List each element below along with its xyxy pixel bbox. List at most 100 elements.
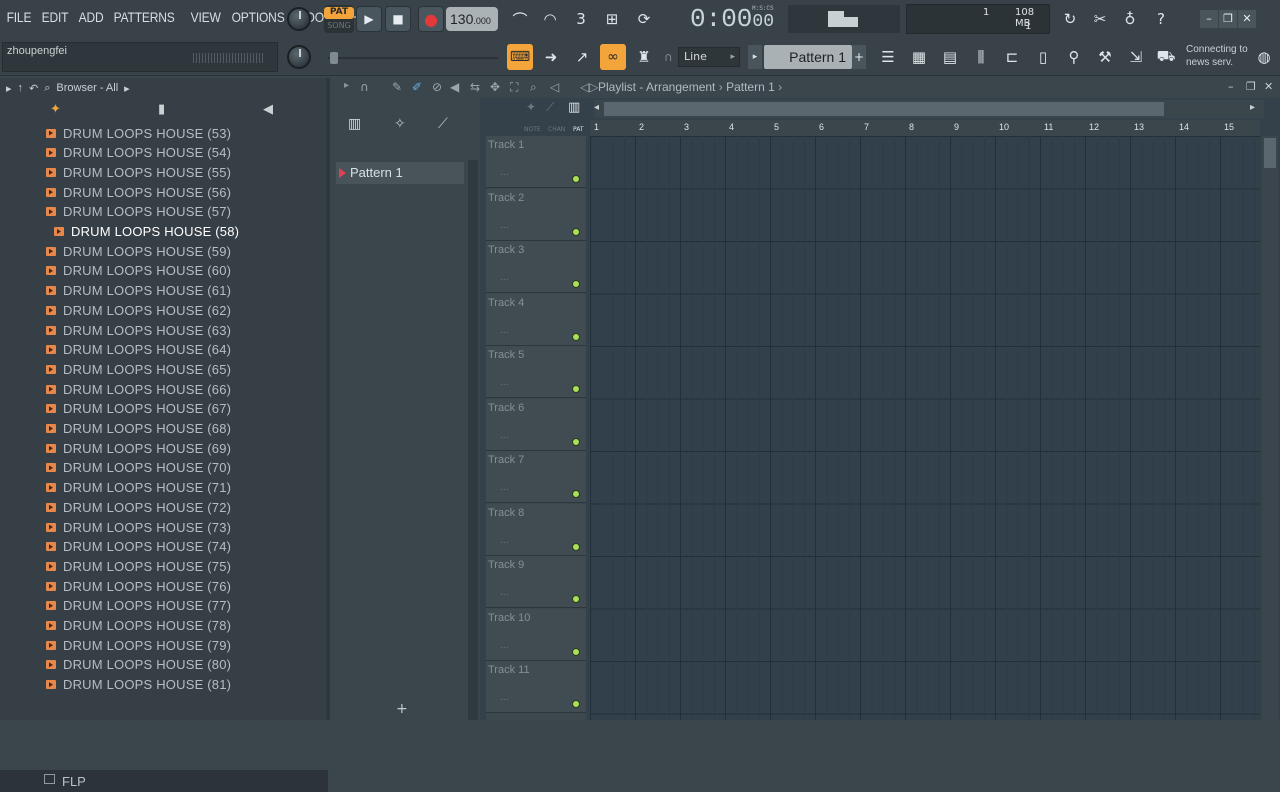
main-pitch-slider[interactable]: [328, 57, 498, 59]
scroll-thumb[interactable]: [604, 102, 1164, 116]
track-mute-led[interactable]: [572, 437, 580, 446]
browser-item[interactable]: DRUM LOOPS HOUSE (76): [46, 576, 231, 596]
delete-icon[interactable]: ⊘: [432, 80, 442, 94]
back-icon[interactable]: ↶: [29, 82, 38, 95]
up-arrow-icon[interactable]: ↑: [18, 82, 24, 94]
track-mute-led[interactable]: [572, 280, 580, 288]
file-icon[interactable]: ▮: [158, 102, 165, 117]
project-icon[interactable]: ▯: [1029, 43, 1057, 71]
browser-icon[interactable]: ⊏: [998, 43, 1026, 71]
help-icon[interactable]: ?: [1147, 5, 1175, 33]
curve-icon[interactable]: ⟋: [546, 100, 554, 115]
main-pitch-knob[interactable]: [287, 45, 311, 69]
song-mode[interactable]: SONG: [324, 21, 354, 30]
timeline-ruler[interactable]: 1 2 3 4 5 6 7 8 9 10 11 12 13 14 15: [590, 120, 1260, 136]
speaker-icon[interactable]: ◀: [263, 102, 273, 117]
add-icon[interactable]: ✦: [526, 100, 536, 114]
menu-patterns[interactable]: PATTERNS: [111, 9, 177, 25]
menu-view[interactable]: VIEW: [188, 9, 223, 25]
audio-icon[interactable]: ✧: [394, 116, 406, 132]
browser-item[interactable]: DRUM LOOPS HOUSE (70): [46, 458, 231, 478]
pattern-select[interactable]: Pattern 1: [764, 45, 852, 69]
minimize-button[interactable]: –: [1200, 10, 1218, 28]
flp-folder[interactable]: FLP: [0, 770, 328, 792]
countdown-icon[interactable]: 3: [567, 5, 595, 33]
track-header[interactable]: Track 2...: [486, 188, 586, 241]
track-header[interactable]: Track 6...: [486, 398, 586, 451]
zoom-icon[interactable]: ⌕: [530, 80, 537, 95]
slip-icon[interactable]: ⇆: [470, 80, 480, 94]
link-icon[interactable]: ∞: [600, 44, 626, 70]
pencil-icon[interactable]: ✎: [392, 80, 402, 94]
record-icon[interactable]: ⇲: [1122, 43, 1150, 71]
track-header[interactable]: Track 7...: [486, 451, 586, 503]
snap-select[interactable]: Line: [678, 47, 740, 67]
chevron-right-icon[interactable]: ▸: [124, 82, 130, 95]
browser-title[interactable]: Browser - All: [56, 82, 118, 94]
add-pattern-button[interactable]: +: [852, 45, 866, 69]
track-header[interactable]: Track 5...: [486, 346, 586, 398]
stop-button[interactable]: ■: [385, 6, 411, 32]
globe-icon[interactable]: ◍: [1250, 43, 1278, 71]
browser-item[interactable]: DRUM LOOPS HOUSE (56): [46, 182, 231, 202]
picker-add-button[interactable]: +: [396, 701, 408, 717]
slider-handle[interactable]: [330, 52, 338, 64]
browser-item[interactable]: DRUM LOOPS HOUSE (54): [46, 143, 231, 163]
close-button[interactable]: ✕: [1238, 10, 1256, 28]
browser-item[interactable]: DRUM LOOPS HOUSE (59): [46, 241, 231, 261]
track-mute-led[interactable]: [572, 542, 580, 551]
paint-icon[interactable]: ✐: [412, 80, 422, 94]
track-header[interactable]: Track 8...: [486, 503, 586, 556]
main-volume-knob[interactable]: [287, 7, 311, 31]
browser-item[interactable]: DRUM LOOPS HOUSE (78): [46, 616, 231, 636]
browser-item[interactable]: DRUM LOOPS HOUSE (75): [46, 556, 231, 576]
magnet-icon[interactable]: ∩: [360, 80, 369, 94]
piano-roll-icon[interactable]: ▦: [905, 43, 933, 71]
cart-icon[interactable]: ⛟: [1152, 43, 1180, 71]
browser-scrollbar[interactable]: [326, 78, 330, 720]
track-header[interactable]: Track 11...: [486, 661, 586, 713]
browser-item[interactable]: DRUM LOOPS HOUSE (55): [46, 162, 231, 182]
wait-input-icon[interactable]: ◠: [536, 5, 564, 33]
browser-item[interactable]: DRUM LOOPS HOUSE (67): [46, 399, 231, 419]
browser-item[interactable]: DRUM LOOPS HOUSE (53): [46, 123, 231, 143]
picker-scrollbar[interactable]: [468, 160, 478, 720]
browser-item[interactable]: DRUM LOOPS HOUSE (71): [46, 478, 231, 498]
cut-icon[interactable]: ✂: [1086, 5, 1114, 33]
browser-item[interactable]: DRUM LOOPS HOUSE (77): [46, 596, 231, 616]
scroll-thumb[interactable]: [1264, 138, 1276, 168]
menu-options[interactable]: OPTIONS: [229, 9, 287, 25]
track-header[interactable]: Track 1...: [486, 136, 586, 188]
search-icon[interactable]: ⌕: [44, 82, 50, 95]
menu-edit[interactable]: EDIT: [39, 9, 71, 25]
expand-icon[interactable]: ▸: [6, 82, 12, 95]
brush-icon[interactable]: ↗: [568, 43, 596, 71]
browser-item[interactable]: DRUM LOOPS HOUSE (61): [46, 281, 231, 301]
magnet-icon[interactable]: ∩: [664, 50, 673, 64]
close-icon[interactable]: ✕: [1264, 80, 1273, 93]
playback-icon[interactable]: ◁: [550, 80, 559, 94]
browser-item[interactable]: DRUM LOOPS HOUSE (62): [46, 300, 231, 320]
track-header[interactable]: Track 4...: [486, 293, 586, 346]
playlist-icon[interactable]: ☰: [874, 43, 902, 71]
restore-icon[interactable]: ❐: [1246, 80, 1256, 93]
browser-item[interactable]: DRUM LOOPS HOUSE (63): [46, 320, 231, 340]
browser-item[interactable]: DRUM LOOPS HOUSE (74): [46, 537, 231, 557]
bell-icon[interactable]: ♜: [630, 43, 658, 71]
arrows-icon[interactable]: ◁▷: [580, 80, 598, 94]
browser-item[interactable]: DRUM LOOPS HOUSE (65): [46, 359, 231, 379]
browser-item[interactable]: DRUM LOOPS HOUSE (66): [46, 379, 231, 399]
play-button[interactable]: ▶: [356, 6, 382, 32]
mixer-icon[interactable]: ⫼: [967, 43, 995, 71]
minimize-icon[interactable]: –: [1228, 80, 1234, 93]
track-mute-led[interactable]: [572, 385, 580, 393]
automation-icon[interactable]: ⟋: [438, 116, 448, 132]
browser-item[interactable]: DRUM LOOPS HOUSE (81): [46, 675, 231, 694]
playlist-options-icon[interactable]: ▸: [344, 80, 349, 91]
track-mute-led[interactable]: [572, 647, 580, 656]
playlist-v-scrollbar[interactable]: [1262, 136, 1278, 720]
mic-icon[interactable]: ♁: [1116, 5, 1144, 33]
menu-add[interactable]: ADD: [76, 9, 106, 25]
track-mute-led[interactable]: [572, 490, 580, 498]
slice-icon[interactable]: ✥: [490, 80, 500, 94]
